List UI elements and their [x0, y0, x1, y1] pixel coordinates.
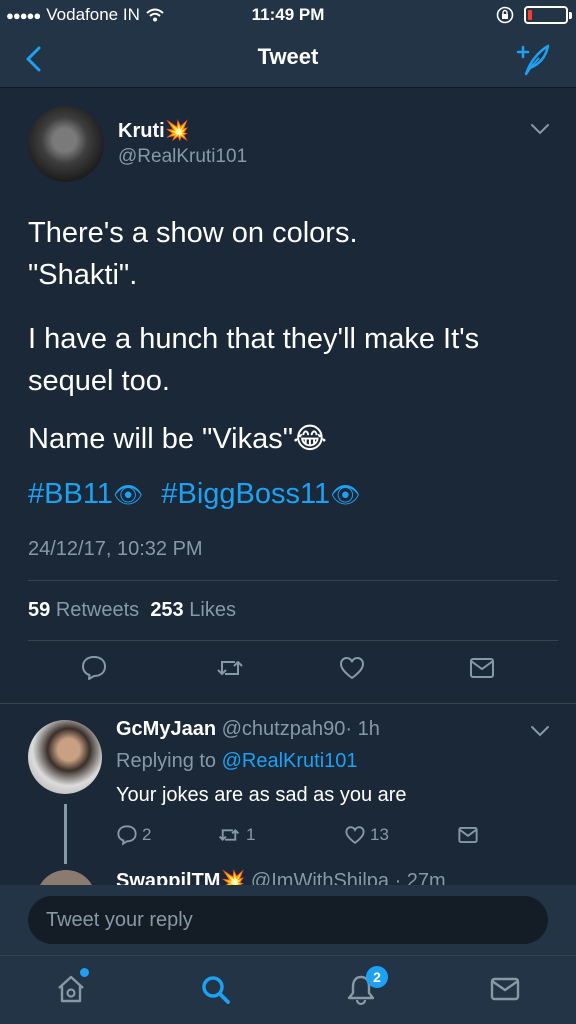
tweet-text-line: There's a show on colors.	[28, 217, 358, 249]
page-title: Tweet	[257, 44, 319, 69]
heart-icon[interactable]	[338, 654, 366, 682]
retweet-icon	[218, 828, 240, 842]
home-icon[interactable]	[54, 972, 88, 1006]
eye-emoji-icon: 👁	[330, 482, 361, 509]
author-handle[interactable]: @RealKruti101	[118, 146, 247, 168]
replying-to: Replying to @RealKruti101	[116, 750, 358, 773]
reply-input[interactable]	[28, 896, 548, 944]
reply-avatar[interactable]	[28, 720, 102, 794]
hashtag-text: #BB11	[28, 478, 113, 510]
divider	[28, 580, 558, 581]
status-bar: ●●●●● Vodafone IN 11:49 PM	[0, 0, 576, 30]
compose-tweet-icon[interactable]	[512, 40, 552, 80]
next-reply-name: SwappilTM	[116, 870, 221, 885]
heart-icon	[345, 826, 365, 845]
tweet-text-paragraph-2: I have a hunch that they'll make It's se…	[28, 323, 480, 397]
author-avatar[interactable]	[28, 106, 104, 182]
next-reply-handle: @ImWithShilpa · 27m	[250, 870, 446, 885]
tab-bar: 2	[0, 955, 576, 1024]
explosion-emoji: 💥	[220, 870, 246, 885]
direct-message-icon[interactable]	[468, 654, 496, 682]
tweet-stats: 59 Retweets 253 Likes	[28, 599, 236, 622]
battery-icon	[524, 6, 572, 24]
reply-header: GcMyJaan @chutzpah90· 1h	[116, 718, 380, 741]
tweet-actions	[0, 654, 576, 694]
like-count: 13	[370, 825, 389, 844]
chevron-down-icon[interactable]	[530, 122, 550, 136]
eye-emoji-icon: 👁	[112, 482, 144, 509]
explosion-emoji: 💥	[164, 120, 190, 142]
author-name-text: Kruti	[118, 120, 165, 142]
battery-level	[528, 10, 532, 20]
retweets-count: 59	[28, 599, 51, 621]
likes-stat[interactable]: 253 Likes	[150, 599, 236, 621]
notification-badge: 2	[366, 966, 388, 988]
reply-dm-button[interactable]	[456, 824, 480, 846]
section-divider	[0, 703, 576, 704]
direct-message-icon	[458, 826, 478, 844]
reply-author-name[interactable]: GcMyJaan	[116, 718, 216, 740]
status-right	[496, 6, 572, 24]
reply-like-button[interactable]: 13	[344, 824, 389, 846]
retweet-icon[interactable]	[216, 654, 244, 682]
reply-text: Your jokes are as sad as you are	[116, 784, 407, 806]
thread-line	[64, 804, 67, 864]
search-icon[interactable]	[198, 972, 232, 1006]
chevron-down-icon[interactable]	[530, 724, 550, 738]
orientation-lock-icon	[496, 6, 514, 24]
tweet-timestamp: 24/12/17, 10:32 PM	[28, 538, 203, 560]
reply-actions: 2 1 13	[116, 824, 556, 852]
next-reply-preview[interactable]: SwappilTM💥 @ImWithShilpa · 27m	[0, 860, 576, 885]
reply-retweet-button[interactable]: 1	[216, 824, 255, 846]
nav-bar: Tweet	[0, 30, 576, 88]
hashtag-text: #BiggBoss11	[161, 478, 331, 510]
likes-count: 253	[150, 599, 184, 621]
replying-to-handle[interactable]: @RealKruti101	[222, 750, 358, 772]
messages-icon[interactable]	[488, 972, 522, 1006]
replying-to-label: Replying to	[116, 750, 217, 772]
reply-reply-button[interactable]: 2	[116, 824, 151, 846]
author-name[interactable]: Kruti💥	[118, 118, 190, 143]
divider	[28, 640, 558, 641]
reply-time: · 1h	[345, 718, 380, 740]
reply-count: 2	[142, 825, 152, 844]
tweet-text-line: "Shakti".	[28, 259, 138, 291]
hashtags: #BB11👁 #BiggBoss11👁	[28, 478, 361, 511]
likes-label: Likes	[189, 599, 236, 621]
reply-icon	[117, 825, 137, 846]
tweet-text-paragraph-1: There's a show on colors. "Shakti".	[28, 212, 548, 296]
new-content-dot	[80, 968, 89, 977]
hashtag-bb11[interactable]: #BB11👁	[28, 478, 143, 511]
tweet-text-paragraph-3: Name will be "Vikas"😂	[28, 423, 327, 455]
reply-author-handle: @chutzpah90	[221, 718, 346, 740]
reply-composer-bar	[0, 885, 576, 955]
next-reply-avatar	[36, 870, 96, 885]
retweets-stat[interactable]: 59 Retweets	[28, 599, 139, 621]
retweet-count: 1	[246, 825, 256, 844]
reply-icon[interactable]	[80, 654, 108, 682]
hashtag-biggboss11[interactable]: #BiggBoss11👁	[161, 478, 360, 511]
retweets-label: Retweets	[55, 599, 140, 621]
next-reply-header: SwappilTM💥 @ImWithShilpa · 27m	[116, 868, 446, 885]
clock: 11:49 PM	[251, 5, 325, 24]
